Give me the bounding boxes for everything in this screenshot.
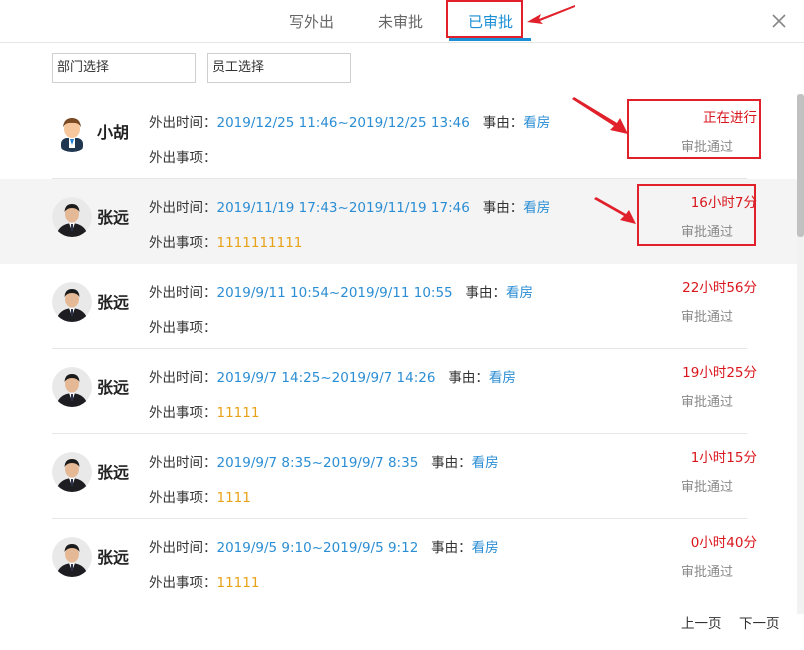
outing-record-list: 小胡 外出时间：2019/12/25 11:46~2019/12/25 13:4… — [0, 94, 797, 614]
outing-matter-label: 外出事项： — [149, 490, 217, 506]
outing-matter-value: 11111 — [216, 575, 260, 591]
list-item[interactable]: 张远 外出时间：2019/11/19 17:43~2019/11/19 17:4… — [0, 179, 797, 264]
employee-name: 张远 — [97, 548, 130, 567]
outing-time-line: 外出时间：2019/9/11 10:54~2019/9/11 10:55 事由：… — [149, 281, 533, 301]
reason-label: 事由： — [465, 285, 507, 301]
photo-avatar — [52, 282, 92, 322]
prev-page-link[interactable]: 上一页 — [681, 612, 722, 632]
outing-time-value: 2019/12/25 11:46~2019/12/25 13:46 — [216, 115, 470, 131]
tab-bar: 写外出 未审批 已审批 — [0, 0, 804, 43]
duration-status: 16小时7分 — [690, 195, 757, 211]
approval-status: 审批通过 — [680, 395, 733, 410]
outing-time-label: 外出时间： — [149, 370, 217, 386]
reason-value: 看房 — [471, 455, 499, 471]
outing-matter-line: 外出事项：1111 — [149, 486, 251, 506]
outing-matter-label: 外出事项： — [149, 320, 217, 336]
duration-status: 22小时56分 — [682, 280, 757, 296]
cartoon-avatar — [52, 112, 92, 152]
outing-time-line: 外出时间：2019/9/7 8:35~2019/9/7 8:35 事由：看房 — [149, 451, 499, 471]
approval-status: 审批通过 — [680, 225, 733, 240]
approval-status: 审批通过 — [680, 310, 733, 325]
outing-matter-line: 外出事项：1111111111 — [149, 231, 302, 251]
reason-value: 看房 — [523, 115, 551, 131]
outing-matter-label: 外出事项： — [149, 405, 217, 421]
outing-matter-label: 外出事项： — [149, 235, 217, 251]
outing-time-label: 外出时间： — [149, 455, 217, 471]
duration-status: 1小时15分 — [690, 450, 757, 466]
photo-avatar — [52, 452, 92, 492]
employee-name: 张远 — [97, 208, 130, 227]
list-item[interactable]: 张远 外出时间：2019/9/7 8:35~2019/9/7 8:35 事由：看… — [0, 434, 797, 519]
outing-time-value: 2019/9/5 9:10~2019/9/5 9:12 — [216, 540, 419, 556]
reason-value: 看房 — [471, 540, 499, 556]
list-item[interactable]: 张远 外出时间：2019/9/7 14:25~2019/9/7 14:26 事由… — [0, 349, 797, 434]
list-item[interactable]: 张远 外出时间：2019/9/11 10:54~2019/9/11 10:55 … — [0, 264, 797, 349]
next-page-link[interactable]: 下一页 — [739, 612, 780, 632]
outing-matter-label: 外出事项： — [149, 150, 217, 166]
outing-matter-line: 外出事项： — [149, 316, 217, 336]
outing-matter-line: 外出事项：11111 — [149, 401, 259, 421]
close-icon[interactable] — [770, 12, 788, 30]
photo-avatar — [52, 197, 92, 237]
reason-label: 事由： — [431, 540, 472, 556]
list-item[interactable]: 张远 外出时间：2019/9/5 9:10~2019/9/5 9:12 事由：看… — [0, 519, 797, 604]
tab-approved[interactable]: 已审批 — [468, 11, 513, 32]
outing-time-label: 外出时间： — [149, 540, 217, 556]
reason-value: 看房 — [488, 370, 516, 386]
reason-value: 看房 — [506, 285, 534, 301]
reason-label: 事由： — [482, 115, 524, 131]
outing-time-line: 外出时间：2019/9/7 14:25~2019/9/7 14:26 事由：看房 — [149, 366, 516, 386]
employee-name: 张远 — [97, 463, 130, 482]
approval-status: 审批通过 — [680, 140, 733, 155]
outing-time-line: 外出时间：2019/9/5 9:10~2019/9/5 9:12 事由：看房 — [149, 536, 499, 556]
employee-name: 小胡 — [97, 123, 130, 142]
outing-time-value: 2019/9/7 14:25~2019/9/7 14:26 — [216, 370, 436, 386]
employee-name: 张远 — [97, 293, 130, 312]
duration-status: 正在进行 — [703, 110, 757, 126]
outing-time-label: 外出时间： — [149, 115, 217, 131]
outing-time-line: 外出时间：2019/11/19 17:43~2019/11/19 17:46 事… — [149, 196, 550, 216]
outing-time-label: 外出时间： — [149, 200, 217, 216]
reason-label: 事由： — [431, 455, 472, 471]
approval-status: 审批通过 — [680, 565, 733, 580]
outing-time-value: 2019/9/11 10:54~2019/9/11 10:55 — [216, 285, 453, 301]
outing-matter-line: 外出事项： — [149, 146, 217, 166]
employee-name: 张远 — [97, 378, 130, 397]
tab-write-outing[interactable]: 写外出 — [289, 11, 334, 32]
reason-label: 事由： — [482, 200, 524, 216]
reason-label: 事由： — [448, 370, 489, 386]
outing-matter-line: 外出事项：11111 — [149, 571, 259, 591]
outing-matter-label: 外出事项： — [149, 575, 217, 591]
department-select[interactable]: 部门选择 — [52, 53, 196, 83]
photo-avatar — [52, 537, 92, 577]
outing-matter-value: 1111111111 — [216, 235, 303, 251]
list-scrollbar[interactable] — [797, 94, 804, 614]
outing-time-value: 2019/9/7 8:35~2019/9/7 8:35 — [216, 455, 419, 471]
outing-time-value: 2019/11/19 17:43~2019/11/19 17:46 — [216, 200, 470, 216]
duration-status: 0小时40分 — [690, 535, 757, 551]
tab-pending-approval[interactable]: 未审批 — [378, 11, 423, 32]
reason-value: 看房 — [523, 200, 551, 216]
employee-select[interactable]: 员工选择 — [207, 53, 351, 83]
approval-status: 审批通过 — [680, 480, 733, 495]
outing-time-label: 外出时间： — [149, 285, 217, 301]
outing-matter-value: 11111 — [216, 405, 260, 421]
outing-time-line: 外出时间：2019/12/25 11:46~2019/12/25 13:46 事… — [149, 111, 550, 131]
outing-matter-value: 1111 — [216, 490, 251, 506]
duration-status: 19小时25分 — [682, 365, 757, 381]
active-tab-indicator — [449, 38, 531, 41]
scrollbar-thumb[interactable] — [797, 94, 804, 237]
photo-avatar — [52, 367, 92, 407]
list-item[interactable]: 小胡 外出时间：2019/12/25 11:46~2019/12/25 13:4… — [0, 94, 797, 179]
